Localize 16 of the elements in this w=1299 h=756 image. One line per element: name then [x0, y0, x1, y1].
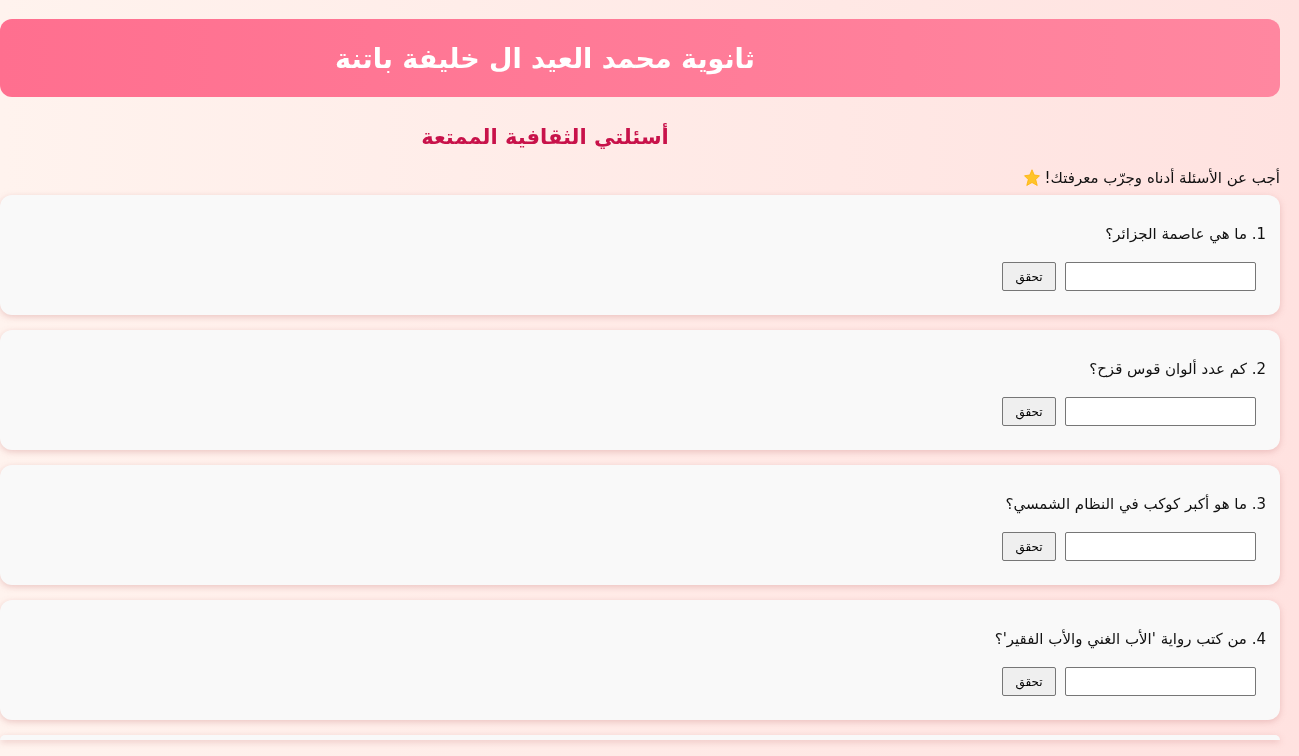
intro-text: أجب عن الأسئلة أدناه وجرّب معرفتك!: [1044, 169, 1280, 187]
question-text: 2. كم عدد ألوان قوس قزح؟: [1088, 358, 1266, 378]
question-text: 3. ما هو أكبر كوكب في النظام الشمسي؟: [1004, 493, 1266, 513]
answer-field[interactable]: [1065, 397, 1256, 426]
question-text: 1. ما هي عاصمة الجزائر؟: [1104, 224, 1266, 243]
answer-field[interactable]: [1065, 262, 1256, 291]
check-button[interactable]: تحقق: [1002, 397, 1056, 426]
star-icon: [1022, 169, 1041, 187]
check-button[interactable]: تحقق: [1002, 667, 1056, 696]
page-heading: أسئلتي الثقافية الممتعة: [420, 125, 670, 149]
check-button[interactable]: تحقق: [1002, 262, 1056, 291]
answer-field[interactable]: [1065, 532, 1256, 561]
question-text: 4. من كتب رواية 'الأب الغني والأب الفقير'؟: [993, 628, 1266, 648]
check-button[interactable]: تحقق: [1002, 532, 1056, 561]
answer-field[interactable]: [1065, 667, 1256, 696]
school-title: ثانوية محمد العيد ال خليفة باتنة: [335, 42, 755, 74]
